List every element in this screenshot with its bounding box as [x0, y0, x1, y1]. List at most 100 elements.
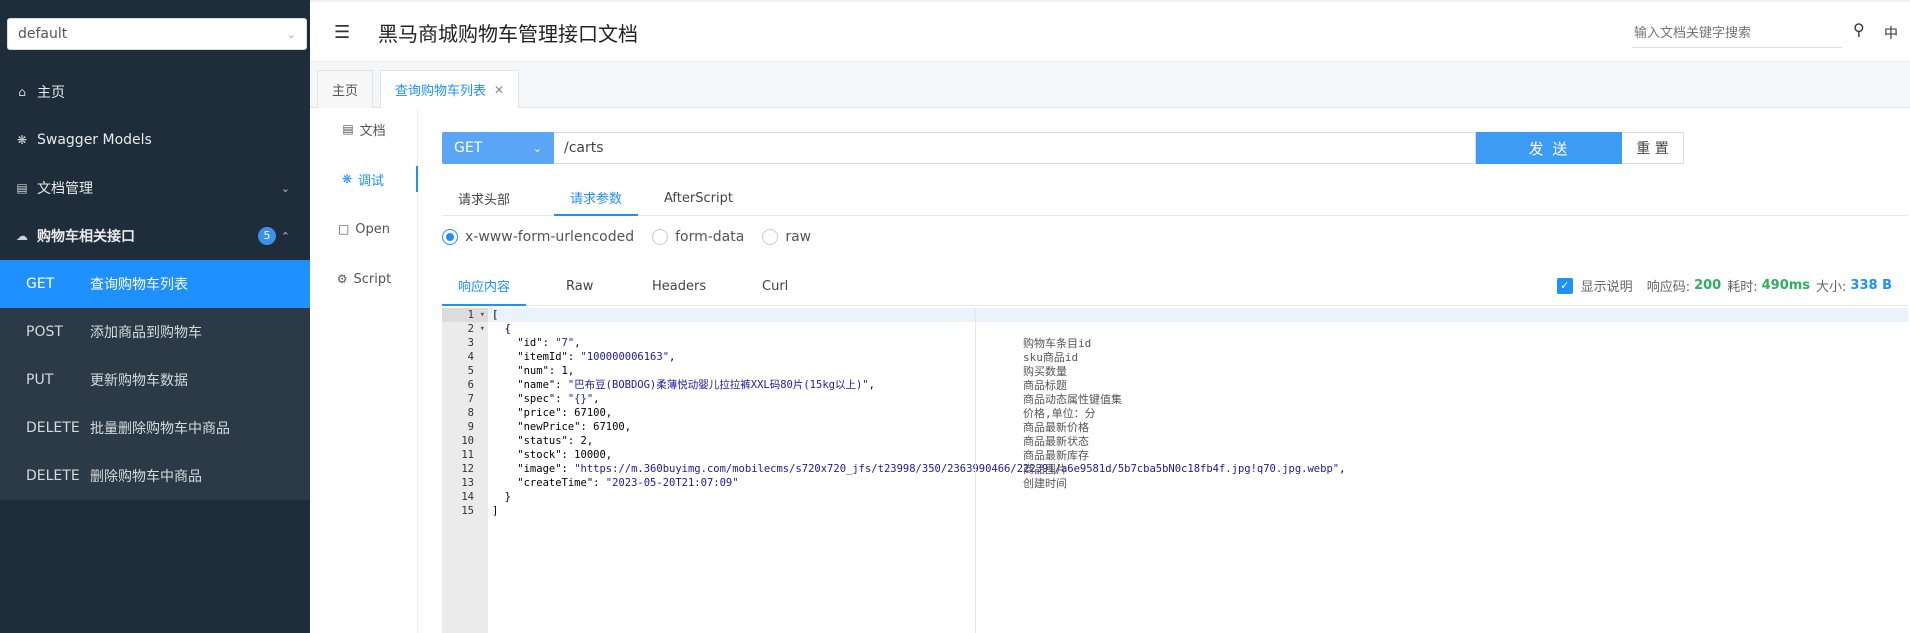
api-label: 更新购物车数据 [90, 373, 188, 389]
json-punct: , [593, 393, 600, 405]
subnav-debug[interactable]: ❋ 调试 [310, 166, 418, 192]
json-punct: , [574, 337, 581, 349]
chevron-down-icon: ⌄ [286, 27, 296, 41]
api-method: POST [26, 324, 63, 340]
tab-after-script[interactable]: AfterScript [648, 180, 749, 216]
tab-home[interactable]: 主页 [317, 70, 374, 108]
reset-button[interactable]: 重 置 [1622, 132, 1684, 164]
field-description: 商品图片 [1023, 463, 1067, 476]
method-select[interactable]: GET ⌄ [442, 132, 554, 164]
response-tabs: 响应内容 Raw Headers Curl ✓ 显示说明 响应码: 200 耗时… [442, 266, 1908, 306]
gear-icon: ⚙ [336, 272, 348, 286]
show-desc-checkbox[interactable]: ✓ [1556, 277, 1573, 294]
subnav-doc[interactable]: ▤ 文档 [310, 116, 418, 142]
line-number: 14 [461, 491, 474, 503]
sidebar-item-label: 主页 [37, 85, 65, 101]
bug-icon: ❋ [341, 172, 353, 186]
field-description: 价格,单位：分 [1023, 407, 1096, 420]
json-string: "https://m.360buyimg.com/mobilecms/s720x… [574, 463, 1340, 475]
url-input[interactable] [554, 132, 1476, 164]
json-punct: , [669, 351, 676, 363]
chevron-up-icon: ⌃ [280, 229, 290, 243]
radio-label: form-data [675, 229, 745, 245]
tab-response-headers[interactable]: Headers [636, 266, 722, 306]
code-line: "image": "https://m.360buyimg.com/mobile… [488, 462, 1908, 476]
chevron-down-icon: ⌄ [532, 141, 542, 155]
home-icon: ⌂ [18, 85, 26, 99]
json-string: "7" [555, 337, 575, 349]
code-line: "status": 2, [492, 435, 594, 447]
time-label: 耗时: [1727, 280, 1758, 295]
line-number: 10 [461, 435, 474, 447]
radio-urlencoded[interactable]: x-www-form-urlencoded [442, 229, 634, 245]
line-gutter: 123456789101112131415 [442, 308, 488, 633]
search-input[interactable] [1632, 20, 1842, 48]
body-type-radios: x-www-form-urlencoded form-data raw [442, 226, 829, 248]
code-line: "itemId": "100000006163", [488, 350, 1908, 364]
api-item-post-carts[interactable]: POST 添加商品到购物车 [0, 308, 310, 356]
tab-response-raw[interactable]: Raw [550, 266, 609, 306]
language-switch[interactable]: 中 [1884, 23, 1898, 43]
header: ☰ 黑马商城购物车管理接口文档 ⚲ 中 [310, 0, 1910, 62]
line-number: 13 [461, 477, 474, 489]
search-icon[interactable]: ⚲ [1853, 20, 1865, 39]
document-icon: ▤ [342, 122, 354, 136]
sidebar-item-doc-manage[interactable]: ▤ 文档管理 ⌄ [0, 164, 310, 212]
sidebar-item-cart-apis[interactable]: ☁ 购物车相关接口 5 ⌃ [0, 212, 310, 260]
api-method: PUT [26, 372, 54, 388]
time-value: 490ms [1761, 278, 1811, 293]
radio-form-data[interactable]: form-data [652, 229, 744, 245]
line-number: 8 [467, 407, 474, 419]
json-key: "image": [492, 463, 575, 475]
subnav-label: Script [353, 271, 392, 287]
url-row: GET ⌄ 发 送 重 置 [442, 132, 1684, 164]
tab-response-content[interactable]: 响应内容 [442, 266, 527, 306]
field-description: 购物车条目id [1023, 337, 1092, 350]
code-line: "num": 1, [492, 365, 575, 377]
api-method: DELETE [26, 468, 80, 484]
subnav-script[interactable]: ⚙ Script [310, 266, 418, 292]
sidebar-item-swagger-models[interactable]: ❋ Swagger Models [0, 116, 310, 164]
api-item-get-carts[interactable]: GET 查询购物车列表 [0, 260, 310, 308]
api-item-delete-batch[interactable]: DELETE 批量删除购物车中商品 [0, 404, 310, 452]
size-label: 大小: [1816, 280, 1847, 295]
response-editor[interactable]: 123456789101112131415 [ { "id": "7", "it… [442, 308, 1908, 633]
code-line: "spec": "{}", [488, 392, 1908, 406]
code-lines: [ { "id": "7", "itemId": "100000006163",… [488, 308, 1908, 518]
tab-response-curl[interactable]: Curl [746, 266, 804, 306]
field-description: 商品标题 [1023, 379, 1067, 392]
tabs-bar: 主页 查询购物车列表 ✕ [310, 62, 1910, 108]
tab-request-params[interactable]: 请求参数 [554, 180, 639, 216]
api-item-put-carts[interactable]: PUT 更新购物车数据 [0, 356, 310, 404]
api-item-delete-one[interactable]: DELETE 删除购物车中商品 [0, 452, 310, 500]
sidebar-item-label: Swagger Models [37, 132, 152, 148]
chevron-down-icon: ⌄ [280, 181, 290, 195]
tab-get-carts[interactable]: 查询购物车列表 ✕ [380, 70, 520, 108]
cube-icon: ❋ [16, 133, 28, 147]
menu-toggle-icon[interactable]: ☰ [334, 22, 350, 43]
radio-label: raw [785, 229, 812, 245]
show-desc-label: 显示说明 [1580, 280, 1633, 295]
tab-request-headers[interactable]: 请求头部 [442, 180, 526, 216]
json-string: "巴布豆(BOBDOG)柔薄悦动婴儿拉拉裤XXL码80片(15kg以上)" [567, 379, 869, 391]
subnav-open[interactable]: □ Open [310, 216, 418, 242]
api-label: 删除购物车中商品 [90, 469, 202, 485]
sidebar-item-label: 文档管理 [37, 181, 93, 197]
api-count-badge: 5 [258, 227, 276, 245]
radio-raw[interactable]: raw [762, 229, 811, 245]
json-string: "{}" [567, 393, 594, 405]
description-divider [975, 308, 976, 633]
line-number: 1 [442, 308, 488, 322]
code-line: "name": "巴布豆(BOBDOG)柔薄悦动婴儿拉拉裤XXL码80片(15k… [488, 378, 1908, 392]
send-button[interactable]: 发 送 [1476, 132, 1622, 164]
close-icon[interactable]: ✕ [494, 83, 504, 97]
field-description: 购买数量 [1023, 365, 1067, 378]
tab-label: 主页 [332, 84, 359, 99]
sidebar-item-home[interactable]: ⌂ 主页 [0, 68, 310, 116]
code-line: ] [492, 505, 499, 517]
line-number: 4 [467, 351, 474, 363]
group-select[interactable]: default ⌄ [7, 18, 307, 50]
code-line: [ [488, 308, 1908, 322]
api-label: 查询购物车列表 [90, 277, 188, 293]
json-string: "2023-05-20T21:07:09" [605, 477, 739, 489]
